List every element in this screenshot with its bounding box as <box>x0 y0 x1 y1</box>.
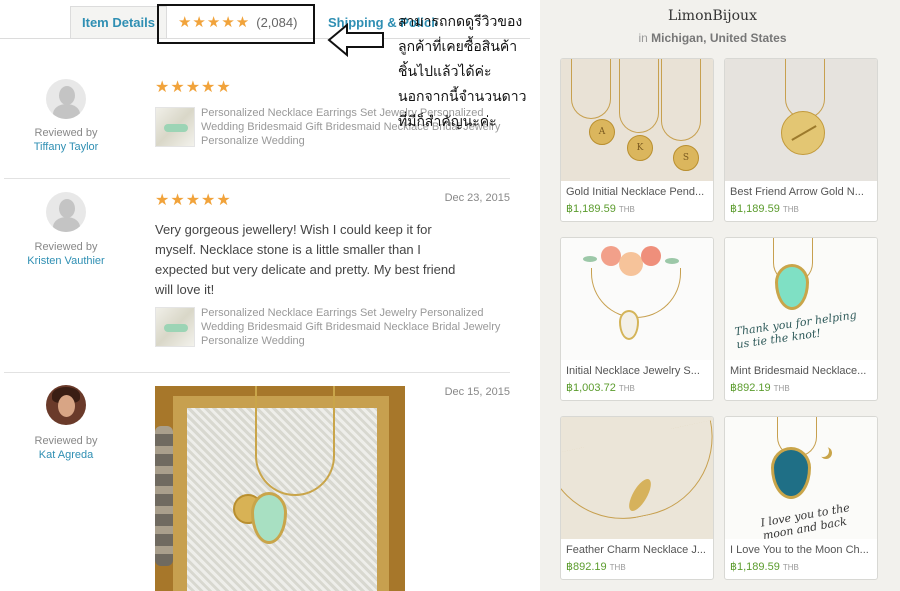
review-item: Reviewed by Kristen Vauthier ★★★★★ Dec 2… <box>4 179 510 373</box>
product-image[interactable]: Thank you for helping us tie the knot! <box>725 238 877 360</box>
product-price: ฿1,189.59 THB <box>730 561 799 573</box>
reviewed-by-label: Reviewed by <box>34 435 98 447</box>
item-thumbnail[interactable] <box>155 307 195 347</box>
product-card[interactable]: Feather Charm Necklace J... ฿892.19 THB <box>560 416 714 580</box>
annotation-line: ชิ้นไปแล้วได้ค่ะ <box>398 64 492 80</box>
product-image[interactable] <box>725 59 877 181</box>
item-thumbnail[interactable] <box>155 107 195 147</box>
product-title[interactable]: Gold Initial Necklace Pend... <box>566 186 710 198</box>
annotation-arrow-icon <box>327 22 384 58</box>
product-card[interactable]: Thank you for helping us tie the knot! M… <box>724 237 878 401</box>
shop-panel: LimonBijoux in Michigan, United States A… <box>540 0 900 591</box>
avatar[interactable] <box>46 192 86 232</box>
review-date: Dec 23, 2015 <box>444 192 510 204</box>
review-text: Very gorgeous jewellery! Wish I could ke… <box>155 222 456 297</box>
product-image[interactable]: A K S <box>561 59 713 181</box>
shop-location: in Michigan, United States <box>638 31 787 45</box>
reviewer-name-link[interactable]: Kat Agreda <box>4 449 128 461</box>
avatar-placeholder-icon <box>59 86 75 105</box>
product-card[interactable]: Initial Necklace Jewelry S... ฿1,003.72 T… <box>560 237 714 401</box>
product-price: ฿892.19 THB <box>730 382 790 394</box>
reviewer: Reviewed by Tiffany Taylor <box>4 127 128 153</box>
reviewed-item[interactable]: Personalized Necklace Earrings Set Jewel… <box>155 307 515 349</box>
reviewer-name-link[interactable]: Kristen Vauthier <box>4 255 128 267</box>
reviewer-name-link[interactable]: Tiffany Taylor <box>4 141 128 153</box>
reviewed-by-label: Reviewed by <box>34 241 98 253</box>
avatar[interactable] <box>46 79 86 119</box>
product-price: ฿1,189.59 THB <box>566 203 635 215</box>
product-card[interactable]: A K S Gold Initial Necklace Pend... ฿1,1… <box>560 58 714 222</box>
product-image[interactable]: I love you to the moon and back <box>725 417 877 539</box>
product-card[interactable]: I love you to the moon and back I Love Y… <box>724 416 878 580</box>
annotation-line: ที่มีก็สำคัญนะค่ะ <box>398 114 497 130</box>
page: Item Details ★★★★★ (2,084) Shipping & Po… <box>0 0 900 591</box>
product-title[interactable]: I Love You to the Moon Ch... <box>730 544 874 556</box>
review-date: Dec 15, 2015 <box>444 386 510 398</box>
shop-name-link[interactable]: LimonBijoux <box>540 8 885 24</box>
review-item: Reviewed by Kat Agreda Dec 15, 2015 <box>4 373 510 591</box>
review-stars: ★★★★★ <box>155 79 232 96</box>
product-title[interactable]: Initial Necklace Jewelry S... <box>566 365 710 377</box>
avatar[interactable] <box>46 385 86 425</box>
annotation-highlight-box <box>157 4 315 44</box>
product-image[interactable] <box>561 238 713 360</box>
item-name-link[interactable]: Personalized Necklace Earrings Set Jewel… <box>201 306 511 348</box>
product-price: ฿1,189.59 THB <box>730 203 799 215</box>
reviews-panel: Item Details ★★★★★ (2,084) Shipping & Po… <box>0 0 530 591</box>
product-card[interactable]: Best Friend Arrow Gold N... ฿1,189.59 THB <box>724 58 878 222</box>
user-photo-icon <box>58 395 75 417</box>
annotation-line: ลูกค้าที่เคยซื้อสินค้า <box>398 39 518 55</box>
annotation-line: สามารถกดดูรีวิวของ <box>398 14 523 30</box>
product-title[interactable]: Best Friend Arrow Gold N... <box>730 186 874 198</box>
shop-location-value: Michigan, United States <box>651 31 787 45</box>
annotation-note: สามารถกดดูรีวิวของ ลูกค้าที่เคยซื้อสินค้… <box>398 10 558 135</box>
annotation-line: นอกจากนี้จำนวนดาว <box>398 89 527 105</box>
reviewer: Reviewed by Kristen Vauthier <box>4 241 128 267</box>
product-price: ฿892.19 THB <box>566 561 626 573</box>
review-photo[interactable] <box>155 386 405 591</box>
product-image[interactable] <box>561 417 713 539</box>
reviewed-by-label: Reviewed by <box>34 127 98 139</box>
review-stars: ★★★★★ <box>155 192 232 209</box>
tab-item-details[interactable]: Item Details <box>70 6 167 38</box>
product-price: ฿1,003.72 THB <box>566 382 635 394</box>
reviewer: Reviewed by Kat Agreda <box>4 435 128 461</box>
avatar-placeholder-icon <box>59 199 75 218</box>
product-title[interactable]: Feather Charm Necklace J... <box>566 544 710 556</box>
product-title[interactable]: Mint Bridesmaid Necklace... <box>730 365 874 377</box>
